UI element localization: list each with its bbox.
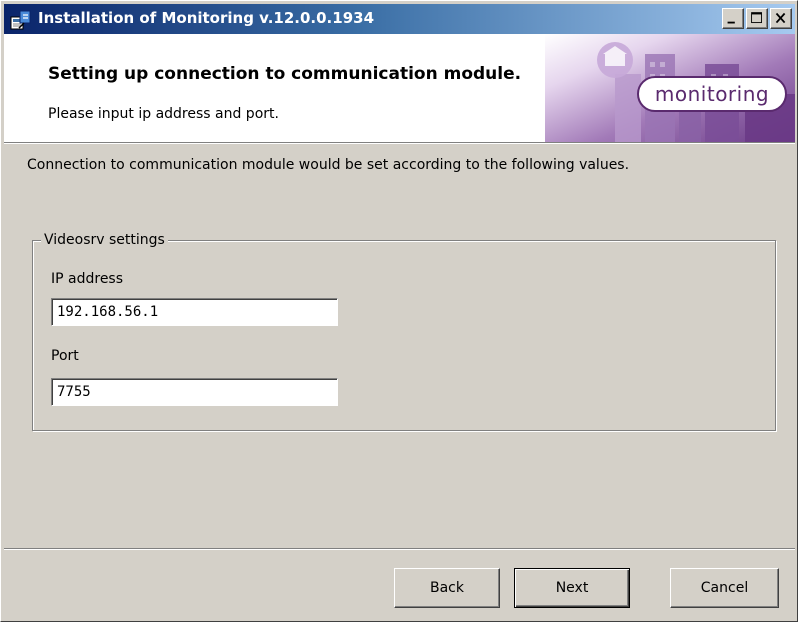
minimize-button[interactable] bbox=[722, 8, 744, 29]
cancel-button[interactable]: Cancel bbox=[670, 568, 779, 608]
ip-address-input[interactable] bbox=[51, 298, 338, 326]
port-label: Port bbox=[51, 348, 79, 364]
window-title: Installation of Monitoring v.12.0.0.1934 bbox=[38, 9, 375, 27]
installer-window: Installation of Monitoring v.12.0.0.1934 bbox=[0, 0, 798, 622]
minimize-icon bbox=[727, 21, 735, 24]
close-button[interactable] bbox=[770, 8, 792, 29]
back-button[interactable]: Back bbox=[394, 568, 500, 608]
step-title: Setting up connection to communication m… bbox=[48, 64, 522, 84]
title-bar[interactable]: Installation of Monitoring v.12.0.0.1934 bbox=[4, 4, 795, 34]
maximize-button[interactable] bbox=[746, 8, 768, 29]
installer-icon bbox=[10, 10, 31, 30]
step-subtitle: Please input ip address and port. bbox=[48, 106, 279, 122]
header-banner: Setting up connection to communication m… bbox=[4, 34, 795, 142]
banner-divider-highlight bbox=[4, 143, 795, 144]
next-button[interactable]: Next bbox=[514, 568, 630, 608]
ip-address-label: IP address bbox=[51, 271, 124, 287]
maximize-icon bbox=[751, 12, 762, 24]
caption-buttons bbox=[722, 8, 792, 29]
close-icon bbox=[775, 12, 786, 24]
port-input[interactable] bbox=[51, 378, 338, 406]
info-text: Connection to communication module would… bbox=[27, 157, 630, 173]
footer-divider-highlight bbox=[4, 549, 795, 550]
monitoring-logo: monitoring bbox=[637, 76, 787, 112]
group-label: Videosrv settings bbox=[41, 232, 168, 248]
